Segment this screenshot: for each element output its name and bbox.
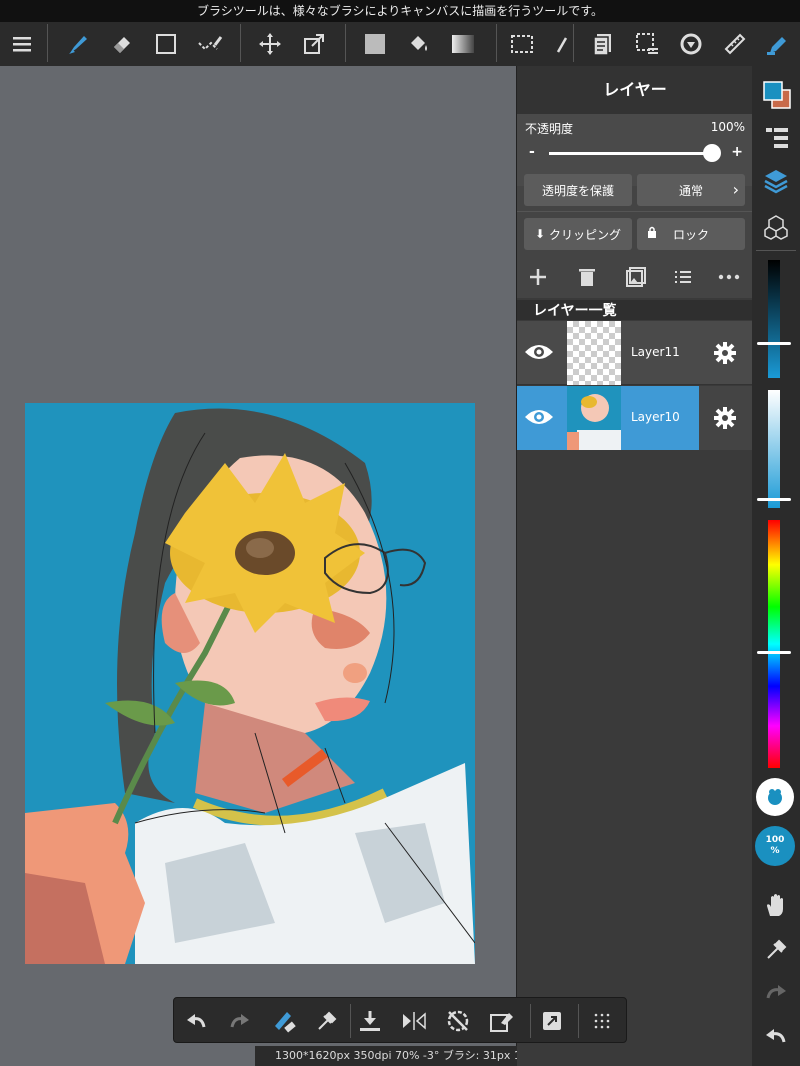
layer-list-header: レイヤー一覧 (533, 303, 617, 319)
eye-icon[interactable] (523, 341, 555, 367)
move-tool-icon[interactable] (250, 22, 290, 66)
eyedropper-icon[interactable] (306, 998, 346, 1044)
layer-actions-bar (517, 258, 753, 298)
opacity-slider-thumb[interactable] (703, 144, 721, 162)
artwork-canvas[interactable] (25, 403, 475, 964)
opacity-slider-track[interactable] (549, 152, 715, 155)
eye-icon[interactable] (523, 406, 555, 432)
share-icon[interactable] (532, 998, 572, 1044)
saturation-bar[interactable] (768, 260, 780, 378)
layer-properties-icon[interactable] (764, 126, 790, 156)
menu-icon[interactable] (2, 22, 42, 66)
lock-icon (647, 226, 657, 241)
gradient-tool-icon[interactable] (443, 22, 483, 66)
curve-tool-icon[interactable] (190, 22, 230, 66)
more-options-icon[interactable] (717, 266, 741, 292)
lock-label: ロック (672, 227, 709, 242)
eraser-tool-icon[interactable] (102, 22, 142, 66)
flip-horizontal-icon[interactable] (394, 998, 434, 1044)
layer-panel: レイヤー 不透明度 100% - + 透明度を保護 通常 › ⬇ クリッピング … (516, 66, 753, 1066)
layer-panel-title: レイヤー (517, 66, 753, 114)
layer-name: Layer10 (631, 410, 680, 424)
color-swatch[interactable] (762, 80, 792, 114)
chevron-right-icon: › (732, 180, 739, 199)
blend-mode-button[interactable]: 通常 › (637, 174, 745, 206)
select-erase-icon[interactable] (482, 998, 522, 1044)
undo-icon[interactable] (764, 1026, 788, 1050)
gear-icon[interactable] (713, 341, 737, 369)
rotation-reset-icon[interactable] (438, 998, 478, 1044)
rotate-canvas-icon[interactable] (671, 22, 711, 66)
bucket-tool-icon[interactable] (399, 22, 439, 66)
grid-menu-icon[interactable] (582, 998, 622, 1044)
undo-icon[interactable] (177, 998, 217, 1044)
canvas-status-bar: 1300*1620px 350dpi 70% -3° ブラシ: 31px 100 (255, 1046, 517, 1066)
save-download-icon[interactable] (350, 998, 390, 1044)
add-layer-icon[interactable] (527, 266, 549, 292)
shape-tool-icon[interactable] (146, 22, 186, 66)
brush-tool-icon[interactable] (58, 22, 98, 66)
redo-icon[interactable] (764, 982, 788, 1006)
selection-tool-icon[interactable] (502, 22, 542, 66)
pen-settings-icon[interactable] (757, 22, 797, 66)
hue-slider-handle[interactable] (757, 651, 791, 654)
right-tool-strip: 100 % (752, 66, 800, 1066)
materials-icon[interactable] (763, 214, 789, 244)
opacity-minus-button[interactable]: - (529, 144, 535, 160)
brightness-slider-handle[interactable] (757, 498, 791, 501)
opacity-plus-button[interactable]: + (731, 144, 743, 160)
tool-hint-bar: ブラシツールは、様々なブラシによりキャンバスに描画を行うツールです。 (0, 0, 800, 22)
blend-mode-label: 通常 (678, 183, 703, 198)
layers-icon[interactable] (763, 168, 789, 198)
brush-preview-icon[interactable] (756, 778, 794, 816)
layer-list-icon[interactable] (672, 266, 694, 292)
lock-button[interactable]: ロック (637, 218, 745, 250)
brightness-bar[interactable] (768, 390, 780, 508)
gear-icon[interactable] (713, 406, 737, 434)
protect-alpha-button[interactable]: 透明度を保護 (524, 174, 632, 206)
transform-tool-icon[interactable] (294, 22, 334, 66)
clipping-button[interactable]: ⬇ クリッピング (524, 218, 632, 250)
hue-bar[interactable] (768, 520, 780, 768)
import-image-icon[interactable] (625, 266, 647, 292)
fill-color-icon[interactable] (355, 22, 395, 66)
pages-icon[interactable] (583, 22, 623, 66)
opacity-label: 不透明度 (525, 122, 574, 136)
opacity-value: 100% (710, 120, 745, 134)
brush-opacity-badge[interactable]: 100 % (755, 826, 795, 866)
eyedropper-icon[interactable] (764, 938, 788, 966)
layer-row[interactable]: Layer11 (517, 321, 753, 385)
ruler-icon[interactable] (715, 22, 755, 66)
brush-eraser-toggle-icon[interactable] (264, 998, 304, 1044)
saturation-slider-handle[interactable] (757, 342, 791, 345)
clipping-label: クリッピング (549, 227, 622, 242)
clipping-icon: ⬇ (534, 227, 546, 241)
quick-toolbar (173, 997, 627, 1043)
canvas-viewport[interactable] (0, 66, 516, 1066)
layer-thumbnail (567, 321, 621, 385)
delete-layer-icon[interactable] (577, 266, 597, 292)
hand-tool-icon[interactable] (764, 892, 788, 922)
redo-icon[interactable] (219, 998, 259, 1044)
layer-thumbnail (567, 386, 621, 450)
layer-name: Layer11 (631, 345, 680, 359)
magic-wand-icon[interactable] (544, 22, 568, 66)
select-layer-icon[interactable] (627, 22, 667, 66)
top-toolbar (0, 22, 800, 66)
layer-row-selected[interactable]: Layer10 (517, 386, 753, 450)
